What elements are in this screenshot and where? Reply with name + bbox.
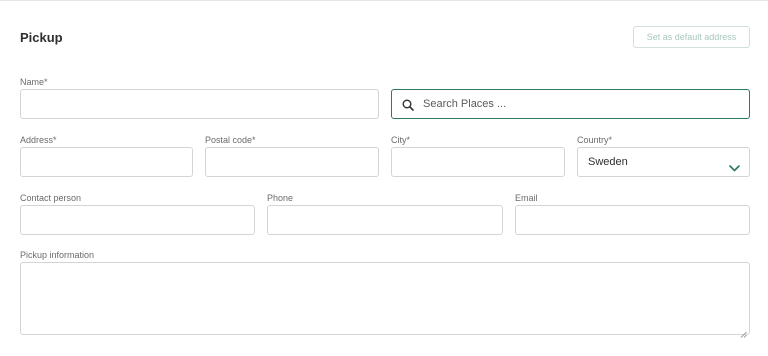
country-select[interactable]: Sweden: [577, 147, 750, 177]
email-label: Email: [515, 193, 538, 203]
postal-code-label: Postal code*: [205, 135, 256, 145]
search-placeholder: Search Places ...: [423, 98, 507, 110]
phone-input[interactable]: [267, 205, 503, 235]
name-label: Name*: [20, 77, 48, 87]
country-selected-value: Sweden: [588, 156, 628, 168]
city-label: City*: [391, 135, 411, 145]
pickup-information-textarea[interactable]: [20, 262, 750, 338]
country-label: Country*: [577, 135, 613, 145]
set-default-address-button[interactable]: Set as default address: [633, 26, 750, 48]
postal-code-input[interactable]: [205, 147, 379, 177]
section-title: Pickup: [20, 30, 63, 45]
search-places-input[interactable]: Search Places ...: [391, 89, 750, 119]
email-input[interactable]: [515, 205, 750, 235]
top-divider: [0, 0, 768, 1]
address-label: Address*: [20, 135, 57, 145]
name-input[interactable]: [20, 89, 379, 119]
resize-handle-icon[interactable]: [740, 325, 747, 338]
address-input[interactable]: [20, 147, 193, 177]
city-input[interactable]: [391, 147, 565, 177]
chevron-down-icon: [729, 159, 740, 171]
contact-person-input[interactable]: [20, 205, 255, 235]
search-icon: [402, 98, 414, 111]
pickup-information-label: Pickup information: [20, 250, 95, 260]
phone-label: Phone: [267, 193, 294, 203]
contact-person-label: Contact person: [20, 193, 82, 203]
